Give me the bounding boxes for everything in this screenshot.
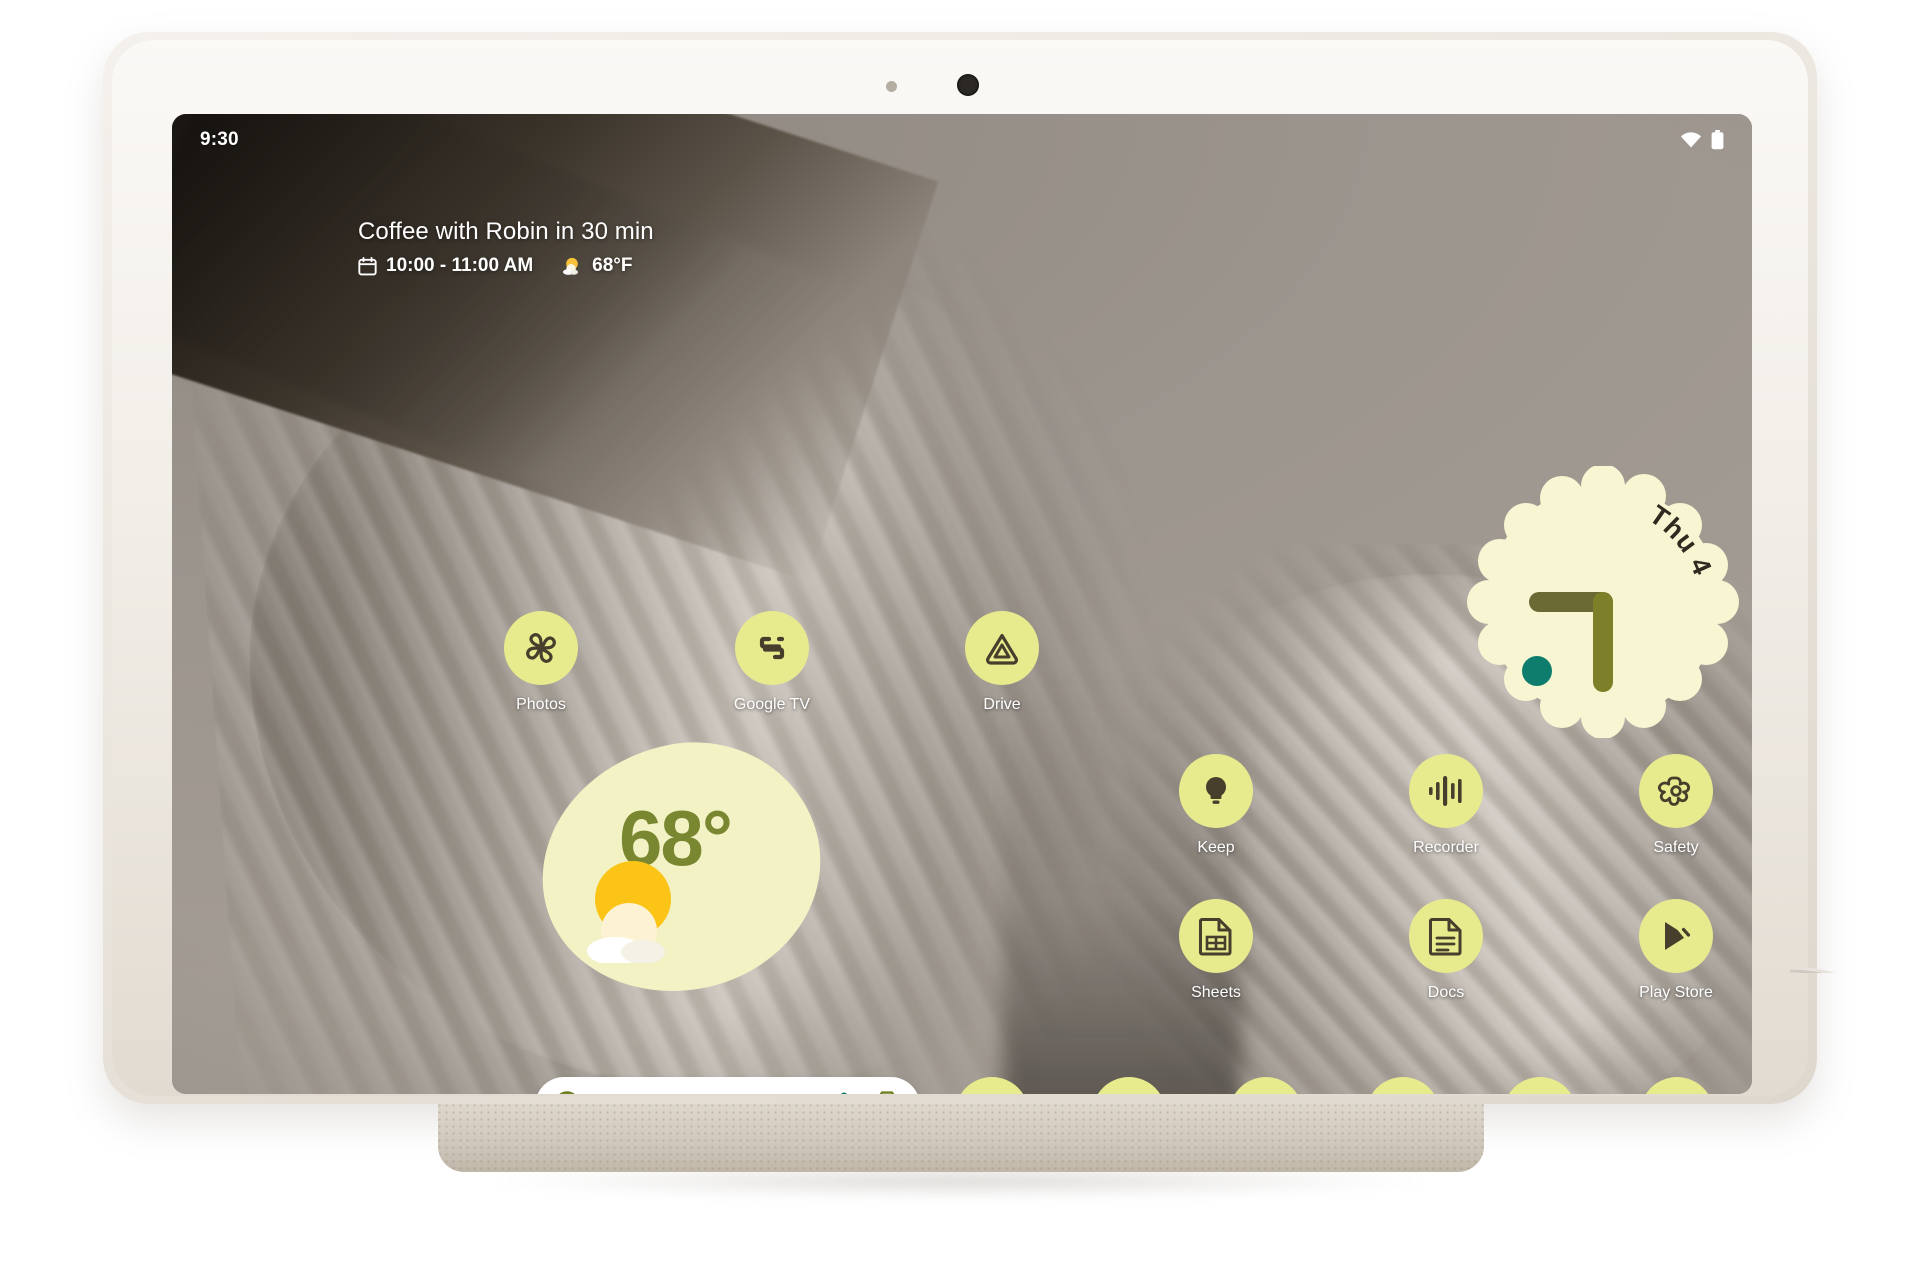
status-bar-clock: 9:30 [200, 129, 239, 150]
battery-icon [1711, 130, 1724, 150]
gmail-icon [955, 1077, 1029, 1094]
app-label: Play Store [1639, 984, 1713, 1001]
at-a-glance-widget[interactable]: Coffee with Robin in 30 min 10:00 - 11:0… [358, 218, 654, 277]
dock-icon-gmail[interactable] [955, 1077, 1029, 1094]
app-label: Google TV [733, 696, 811, 713]
google-drive-icon [965, 611, 1039, 685]
weather-widget[interactable]: 68° [518, 718, 844, 1017]
at-a-glance-temperature: 68°F [592, 255, 633, 276]
at-a-glance-title: Coffee with Robin in 30 min [358, 218, 654, 245]
app-label: Photos [516, 696, 566, 713]
play-store-icon [1639, 899, 1713, 973]
google-home-icon [1640, 1077, 1714, 1094]
google-tv-icon [735, 611, 809, 685]
app-icon-sheets[interactable]: Sheets [1160, 899, 1272, 1002]
recorder-icon [1409, 754, 1483, 828]
app-icon-photos[interactable]: Photos [485, 611, 597, 714]
app-label: Docs [1427, 984, 1465, 1001]
at-a-glance-details: 10:00 - 11:00 AM 68°F [358, 255, 654, 277]
partly-sunny-icon [563, 257, 579, 275]
clock-widget[interactable]: Thu 4 [1467, 464, 1739, 739]
app-label: Safety [1653, 839, 1699, 856]
status-bar: 9:30 [172, 114, 1752, 166]
at-a-glance-time-range: 10:00 - 11:00 AM [386, 255, 534, 276]
google-g-icon [553, 1090, 581, 1094]
app-icon-docs[interactable]: Docs [1390, 899, 1502, 1002]
app-label: Recorder [1413, 839, 1479, 856]
personal-safety-icon [1639, 754, 1713, 828]
app-label: Keep [1197, 839, 1235, 856]
calendar-31-icon: 31 [1229, 1077, 1303, 1094]
screenshot-root: 9:30 Coffee with Robin in 30 min 10:00 -… [0, 0, 1920, 1280]
youtube-icon [1503, 1077, 1577, 1094]
calendar-icon [358, 256, 377, 275]
google-keep-icon [1179, 754, 1253, 828]
sun-behind-cloud-icon [577, 855, 697, 968]
power-cable [1790, 966, 1836, 973]
speaker-dock-base [438, 1104, 1484, 1172]
app-icon-keep[interactable]: Keep [1160, 754, 1272, 857]
tablet-screen[interactable]: 9:30 Coffee with Robin in 30 min 10:00 -… [172, 114, 1752, 1094]
dock-icon-youtube[interactable] [1503, 1077, 1577, 1094]
app-label: Drive [983, 696, 1021, 713]
clock-accent-dot [1522, 656, 1552, 686]
ambient-sensor [886, 81, 897, 92]
google-photos-icon [504, 611, 578, 685]
google-lens-icon[interactable] [872, 1091, 902, 1094]
app-icon-google-tv[interactable]: Google TV [716, 611, 828, 714]
front-camera-icon [957, 74, 979, 96]
dock-icon-camera[interactable] [1366, 1077, 1440, 1094]
app-icon-safety[interactable]: Safety [1620, 754, 1732, 857]
wifi-icon [1681, 132, 1701, 148]
dock-icon-home[interactable] [1640, 1077, 1714, 1094]
google-sheets-icon [1179, 899, 1253, 973]
camera-icon [1366, 1077, 1440, 1094]
google-search-bar[interactable] [535, 1077, 920, 1094]
chrome-icon [1092, 1077, 1166, 1094]
app-icon-drive[interactable]: Drive [946, 611, 1058, 714]
app-icon-play-store[interactable]: Play Store [1620, 899, 1732, 1002]
app-icon-recorder[interactable]: Recorder [1390, 754, 1502, 857]
google-docs-icon [1409, 899, 1483, 973]
dock-icon-calendar[interactable]: 31 [1229, 1077, 1303, 1094]
app-label: Sheets [1191, 984, 1241, 1001]
voice-search-icon[interactable] [832, 1091, 856, 1094]
dock-icon-chrome[interactable] [1092, 1077, 1166, 1094]
